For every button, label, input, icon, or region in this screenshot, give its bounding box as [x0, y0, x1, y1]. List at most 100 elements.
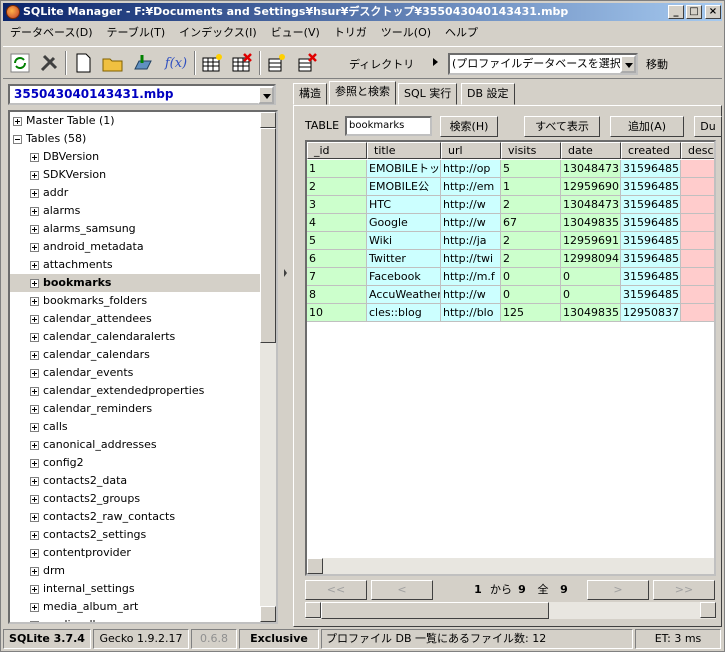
table-cell[interactable]	[681, 178, 714, 196]
panel-horizontal-scrollbar[interactable]	[305, 602, 716, 619]
expand-icon[interactable]	[30, 296, 39, 306]
table-cell[interactable]: 3	[307, 196, 367, 214]
expand-icon[interactable]	[30, 512, 39, 522]
table-cell[interactable]: 1	[501, 178, 561, 196]
table-cell[interactable]: http://m.f	[441, 268, 501, 286]
table-cell[interactable]: Facebook	[367, 268, 441, 286]
tree-table-item[interactable]: bookmarks_folders	[30, 292, 147, 310]
expand-icon[interactable]	[30, 494, 39, 504]
expand-icon[interactable]	[30, 476, 39, 486]
tree-master-table[interactable]: Master Table (1)	[13, 112, 115, 130]
column-header[interactable]: url	[441, 142, 501, 159]
tree-table-item[interactable]: media_album_art	[30, 598, 138, 616]
scroll-down-button[interactable]	[260, 606, 276, 622]
expand-icon[interactable]	[30, 422, 39, 432]
table-name-input[interactable]: bookmarks	[345, 116, 432, 136]
menu-database[interactable]: データベース(D)	[3, 23, 100, 43]
tree-table-item[interactable]: addr	[30, 184, 68, 202]
table-cell[interactable]: 4	[307, 214, 367, 232]
table-cell[interactable]: 7	[307, 268, 367, 286]
menu-trigger[interactable]: トリガ	[327, 23, 374, 43]
drop-index-icon[interactable]	[295, 51, 319, 75]
table-cell[interactable]: 125	[501, 304, 561, 322]
table-cell[interactable]: 67	[501, 214, 561, 232]
expand-icon[interactable]	[30, 620, 39, 622]
chevron-down-icon[interactable]	[620, 55, 636, 73]
table-cell[interactable]	[681, 250, 714, 268]
duplicate-record-button[interactable]: Du	[694, 116, 722, 137]
tree-table-item[interactable]: android_metadata	[30, 238, 144, 256]
expand-icon[interactable]	[30, 404, 39, 414]
tree-table-item[interactable]: config2	[30, 454, 84, 472]
expand-icon[interactable]	[13, 116, 22, 126]
expand-icon[interactable]	[30, 260, 39, 270]
table-cell[interactable]: EMOBILEトッ	[367, 160, 441, 178]
tree-table-item[interactable]: alarms_samsung	[30, 220, 136, 238]
table-cell[interactable]: 13049835	[561, 214, 621, 232]
column-header[interactable]: date	[561, 142, 621, 159]
table-cell[interactable]: 13048473	[561, 196, 621, 214]
table-cell[interactable]: 0	[501, 286, 561, 304]
tab-db-settings[interactable]: DB 設定	[461, 83, 515, 105]
expand-icon[interactable]	[30, 314, 39, 324]
table-cell[interactable]: 31596485	[621, 232, 681, 250]
table-cell[interactable]	[681, 286, 714, 304]
expand-icon[interactable]	[30, 152, 39, 162]
table-cell[interactable]: 5	[307, 232, 367, 250]
tree-table-item[interactable]: drm	[30, 562, 65, 580]
table-cell[interactable]	[681, 232, 714, 250]
table-cell[interactable]	[681, 196, 714, 214]
table-cell[interactable]: 2	[307, 178, 367, 196]
tree-table-item[interactable]: contacts2_settings	[30, 526, 146, 544]
table-cell[interactable]: Wiki	[367, 232, 441, 250]
table-cell[interactable]: 13049835	[561, 304, 621, 322]
table-cell[interactable]: 2	[501, 232, 561, 250]
table-cell[interactable]: http://blo	[441, 304, 501, 322]
table-cell[interactable]: Twitter	[367, 250, 441, 268]
tab-structure[interactable]: 構造	[293, 83, 327, 105]
tree-table-item[interactable]: canonical_addresses	[30, 436, 157, 454]
table-cell[interactable]: http://twi	[441, 250, 501, 268]
directory-label[interactable]: ディレクトリ	[349, 56, 414, 72]
menu-table[interactable]: テーブル(T)	[100, 23, 173, 43]
tree-table-item[interactable]: calendar_calendars	[30, 346, 150, 364]
table-cell[interactable]: 31596485	[621, 268, 681, 286]
table-cell[interactable]	[681, 160, 714, 178]
scroll-up-button[interactable]	[260, 112, 276, 128]
tree-table-item[interactable]: calendar_attendees	[30, 310, 152, 328]
table-cell[interactable]: 31596485	[621, 214, 681, 232]
tree-table-item[interactable]: attachments	[30, 256, 113, 274]
table-cell[interactable]: http://em	[441, 178, 501, 196]
tree-table-item[interactable]: contentprovider	[30, 544, 131, 562]
table-cell[interactable]: 13048473	[561, 160, 621, 178]
table-cell[interactable]: http://ja	[441, 232, 501, 250]
table-cell[interactable]: 1	[307, 160, 367, 178]
table-cell[interactable]: 0	[501, 268, 561, 286]
menu-tools[interactable]: ツール(O)	[374, 23, 438, 43]
scroll-thumb[interactable]	[321, 602, 549, 619]
table-cell[interactable]: 6	[307, 250, 367, 268]
table-cell[interactable]: Google	[367, 214, 441, 232]
pane-splitter[interactable]	[282, 84, 289, 624]
collapse-icon[interactable]	[13, 134, 22, 144]
tree-table-item[interactable]: calendar_calendaralerts	[30, 328, 175, 346]
tree-table-item[interactable]: DBVersion	[30, 148, 99, 166]
table-cell[interactable]: 31596485	[621, 160, 681, 178]
create-index-icon[interactable]	[265, 51, 289, 75]
table-cell[interactable]: 10	[307, 304, 367, 322]
tree-table-item[interactable]: contacts2_data	[30, 472, 127, 490]
table-cell[interactable]: http://w	[441, 196, 501, 214]
table-cell[interactable]: 2	[501, 196, 561, 214]
tree-table-item[interactable]: internal_settings	[30, 580, 135, 598]
table-cell[interactable]: 31596485	[621, 286, 681, 304]
expand-icon[interactable]	[30, 548, 39, 558]
menu-view[interactable]: ビュー(V)	[264, 23, 327, 43]
minimize-button[interactable]: _	[668, 5, 684, 19]
scroll-thumb[interactable]	[260, 128, 276, 343]
new-database-icon[interactable]	[71, 51, 95, 75]
tree-table-item[interactable]: SDKVersion	[30, 166, 106, 184]
tools-icon[interactable]	[37, 51, 61, 75]
table-cell[interactable]: 31596485	[621, 250, 681, 268]
expand-icon[interactable]	[30, 170, 39, 180]
tree-table-item[interactable]: calendar_events	[30, 364, 133, 382]
